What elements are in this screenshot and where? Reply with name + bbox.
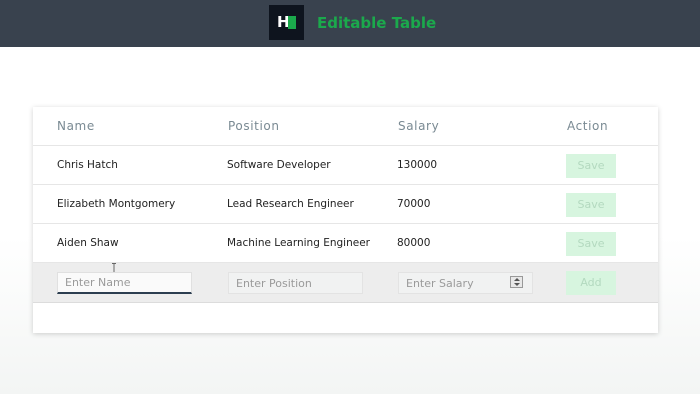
page-title: Editable Table (317, 14, 437, 32)
cell-position: Lead Research Engineer (227, 198, 354, 210)
add-row-form: Add (33, 263, 658, 303)
column-header-position: Position (228, 119, 280, 133)
column-header-salary: Salary (398, 119, 440, 133)
column-header-action: Action (567, 119, 609, 133)
add-button[interactable]: Add (566, 271, 616, 295)
save-button[interactable]: Save (566, 193, 616, 217)
cell-salary: 80000 (397, 237, 431, 249)
stepper-up-icon[interactable] (514, 278, 520, 281)
logo-square-icon (288, 16, 296, 29)
cell-position: Machine Learning Engineer (227, 237, 370, 249)
cell-salary: 130000 (397, 159, 438, 171)
hackerrank-logo: H (269, 5, 304, 40)
cell-name: Elizabeth Montgomery (57, 198, 176, 210)
position-input[interactable] (228, 272, 363, 294)
table-header: Name Position Salary Action (33, 107, 658, 146)
save-button[interactable]: Save (566, 232, 616, 256)
name-input[interactable] (57, 272, 192, 294)
top-bar: H Editable Table (0, 0, 700, 47)
save-button[interactable]: Save (566, 154, 616, 178)
stepper-down-icon[interactable] (514, 283, 520, 286)
salary-stepper[interactable] (510, 276, 523, 288)
cell-name: Aiden Shaw (57, 237, 119, 249)
table-row: Elizabeth Montgomery Lead Research Engin… (33, 185, 658, 224)
column-header-name: Name (57, 119, 95, 133)
table-row: Chris Hatch Software Developer 130000 Sa… (33, 146, 658, 185)
editable-table: Name Position Salary Action Chris Hatch … (33, 107, 658, 333)
cell-salary: 70000 (397, 198, 431, 210)
cell-name: Chris Hatch (57, 159, 118, 171)
table-row: Aiden Shaw Machine Learning Engineer 800… (33, 224, 658, 263)
cell-position: Software Developer (227, 159, 331, 171)
